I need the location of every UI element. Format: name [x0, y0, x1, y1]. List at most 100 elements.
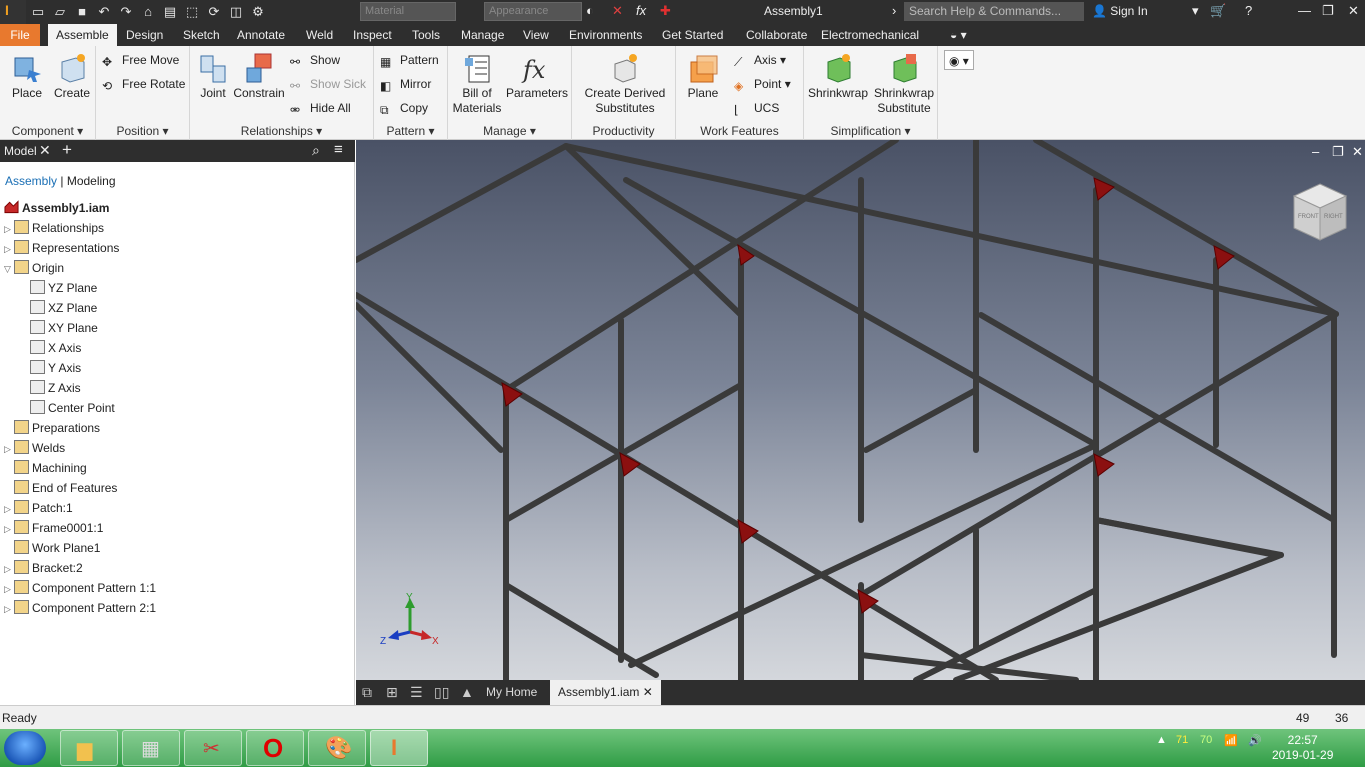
tree-item[interactable]: ▷ Welds — [4, 438, 65, 458]
tray-value-2[interactable]: 70 — [1200, 734, 1212, 746]
add-browser-icon[interactable]: + — [62, 140, 72, 160]
tab-tools[interactable]: Tools — [404, 24, 448, 46]
sign-in-button[interactable]: 👤 Sign In — [1092, 4, 1148, 18]
tab-my-home[interactable]: My Home — [478, 680, 545, 705]
frame-model[interactable] — [356, 140, 1365, 680]
redo-icon[interactable]: ↷ — [118, 4, 134, 20]
open-icon[interactable]: ▱ — [52, 4, 68, 20]
expand-arrow-icon[interactable]: ▷ — [4, 519, 14, 539]
expand-arrow-icon[interactable]: ▷ — [4, 559, 14, 579]
copy-button[interactable]: ⧉ Copy — [380, 98, 428, 118]
tab-electromechanical[interactable]: Electromechanical — [813, 24, 927, 46]
inventor-logo[interactable]: I — [0, 0, 26, 24]
appearance-dropdown[interactable]: Appearance — [484, 2, 582, 21]
tree-item[interactable]: ▷ Component Pattern 1:1 — [4, 578, 156, 598]
tab-environments[interactable]: Environments — [561, 24, 650, 46]
tile-vertical-icon[interactable]: ▯▯ — [434, 684, 449, 701]
viewport-minimize-icon[interactable]: – — [1312, 144, 1319, 159]
graphics-viewport[interactable]: FRONT RIGHT Y X Z – ❐ ✕ — [356, 140, 1365, 680]
tree-item[interactable]: ▷ Component Pattern 2:1 — [4, 598, 156, 618]
tree-item[interactable]: End of Features — [4, 478, 117, 498]
expand-arrow-icon[interactable]: ▷ — [4, 239, 14, 259]
new-icon[interactable]: ▭ — [30, 4, 46, 20]
tab-manage[interactable]: Manage — [453, 24, 512, 46]
expand-arrow-icon[interactable]: ▷ — [4, 439, 14, 459]
tab-annotate[interactable]: Annotate — [229, 24, 293, 46]
bill-of-materials-button[interactable]: Bill of Materials — [450, 52, 504, 116]
chevron-right-icon[interactable]: › — [892, 3, 896, 18]
tab-inspect[interactable]: Inspect — [345, 24, 400, 46]
undo-icon[interactable]: ↶ — [96, 4, 112, 20]
tab-weld[interactable]: Weld — [298, 24, 341, 46]
group-manage-label[interactable]: Manage ▾ — [448, 124, 571, 138]
taskbar-calculator[interactable]: ▦ — [122, 730, 180, 766]
collapse-arrow-icon[interactable]: ▽ — [4, 259, 14, 279]
tab-sketch[interactable]: Sketch — [175, 24, 228, 46]
free-rotate-button[interactable]: ⟲ Free Rotate — [102, 74, 185, 94]
taskbar-explorer[interactable]: ▆ — [60, 730, 118, 766]
tree-item[interactable]: XZ Plane — [20, 298, 97, 318]
place-button[interactable]: Place — [6, 52, 48, 101]
constrain-button[interactable]: Constrain — [232, 52, 286, 101]
cascade-icon[interactable]: ⧉ — [362, 684, 372, 701]
axis-button[interactable]: ⟋ Axis ▾ — [734, 50, 786, 70]
joint-button[interactable]: Joint — [194, 52, 232, 101]
expand-arrow-icon[interactable]: ▷ — [4, 499, 14, 519]
parameters-button[interactable]: fx Parameters — [506, 52, 568, 101]
close-icon[interactable]: ✕ — [1348, 3, 1359, 19]
tree-item[interactable]: ▷ Patch:1 — [4, 498, 73, 518]
group-component-label[interactable]: Component ▾ — [0, 124, 95, 138]
taskbar-opera[interactable]: O — [246, 730, 304, 766]
save-icon[interactable]: ■ — [74, 4, 90, 20]
taskbar-snipping-tool[interactable]: ✂ — [184, 730, 242, 766]
show-sick-button[interactable]: ⚯ Show Sick — [290, 74, 366, 94]
tree-item[interactable]: XY Plane — [20, 318, 98, 338]
tree-item[interactable]: Center Point — [20, 398, 115, 418]
start-button[interactable] — [4, 731, 46, 765]
chevron-down-icon[interactable]: ▾ — [1192, 3, 1199, 19]
tree-item[interactable]: YZ Plane — [20, 278, 97, 298]
cart-icon[interactable]: 🛒 — [1210, 3, 1226, 19]
expand-arrow-icon[interactable]: ▷ — [4, 219, 14, 239]
add-icon[interactable]: ✚ — [660, 3, 671, 19]
ribbon-options-button[interactable]: ◉ ▾ — [944, 50, 974, 70]
tree-item[interactable]: Work Plane1 — [4, 538, 100, 558]
tree-item[interactable]: Z Axis — [20, 378, 81, 398]
tree-item[interactable]: Preparations — [4, 418, 100, 438]
tree-item[interactable]: ▷ Frame0001:1 — [4, 518, 103, 538]
tab-view[interactable]: View — [515, 24, 557, 46]
tree-item[interactable]: Y Axis — [20, 358, 81, 378]
group-position-label[interactable]: Position ▾ — [96, 124, 189, 138]
material-dropdown[interactable]: Material — [360, 2, 456, 21]
tray-expand-icon[interactable]: ▲ — [1156, 734, 1167, 746]
tree-item[interactable]: ▷ Relationships — [4, 218, 104, 238]
group-relationships-label[interactable]: Relationships ▾ — [190, 124, 373, 138]
tile-horizontal-icon[interactable]: ☰ — [410, 684, 423, 701]
clear-appearance-icon[interactable]: ✕ — [612, 3, 623, 19]
viewport-close-icon[interactable]: ✕ — [1352, 144, 1363, 160]
home-icon[interactable]: ⌂ — [140, 4, 156, 20]
restore-icon[interactable]: ❐ — [1322, 3, 1334, 19]
update-icon[interactable]: ⟳ — [206, 4, 222, 20]
expand-arrow-icon[interactable]: ▷ — [4, 599, 14, 619]
ucs-button[interactable]: ⌊ UCS — [734, 98, 779, 118]
free-move-button[interactable]: ✥ Free Move — [102, 50, 179, 70]
fx-icon[interactable]: fx — [636, 3, 646, 18]
create-button[interactable]: Create — [50, 52, 94, 101]
minimize-icon[interactable]: — — [1298, 3, 1311, 18]
tab-file[interactable]: File — [0, 24, 40, 46]
browser-search-icon[interactable]: ⌕ — [312, 142, 320, 159]
system-clock[interactable]: 22:57 2019-01-29 — [1272, 733, 1333, 763]
show-button[interactable]: ⚯ Show — [290, 50, 340, 70]
shrinkwrap-button[interactable]: Shrinkwrap — [806, 52, 870, 101]
network-icon[interactable]: 📶 — [1224, 734, 1238, 747]
appearance-icon[interactable]: ◐ — [586, 3, 594, 18]
tile-icon[interactable]: ⊞ — [386, 684, 398, 701]
properties-icon[interactable]: ▤ — [162, 4, 178, 20]
assembly-mode-link[interactable]: Assembly — [5, 174, 57, 188]
tab-design[interactable]: Design — [118, 24, 171, 46]
viewport-restore-icon[interactable]: ❐ — [1332, 144, 1344, 160]
plane-button[interactable]: Plane — [682, 52, 724, 101]
browser-title[interactable]: Model — [4, 144, 37, 158]
group-pattern-label[interactable]: Pattern ▾ — [374, 124, 447, 138]
